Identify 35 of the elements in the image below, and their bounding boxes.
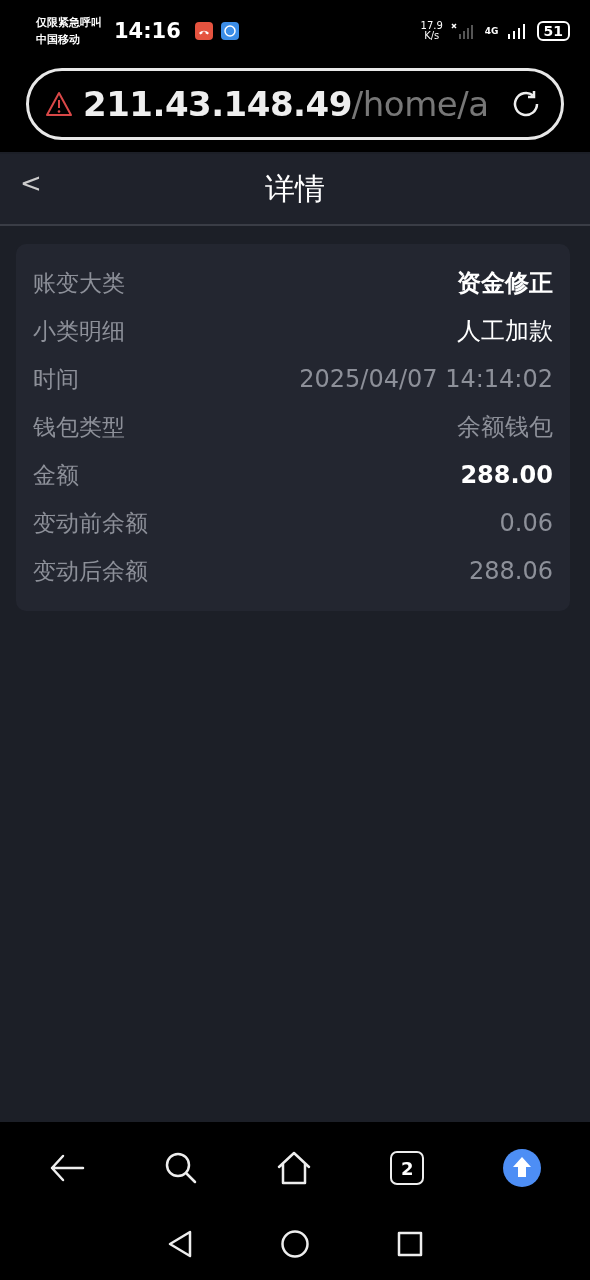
app-notification-icon [220,22,239,40]
detail-label: 变动后余额 [33,556,148,586]
detail-value: 余额钱包 [457,412,553,443]
carrier-text: 仅限紧急呼叫 [36,15,102,31]
address-field[interactable]: 211.43.148.49/home/a [26,68,564,140]
carrier-text: 中国移动 [36,32,81,48]
home-icon[interactable] [275,1150,312,1186]
back-triangle-icon[interactable] [166,1229,194,1259]
detail-value: 2025/04/07 14:14:02 [299,365,553,393]
speed-value: 17.9 [420,21,443,31]
detail-label: 小类明细 [33,316,125,346]
detail-label: 账变大类 [33,268,125,298]
upload-icon[interactable] [502,1149,541,1187]
back-button[interactable]: < [16,168,46,198]
clock-time: 14:16 [114,19,181,43]
back-arrow-icon[interactable] [49,1153,86,1183]
recents-square-icon[interactable] [396,1230,424,1258]
warning-icon [45,91,73,117]
detail-value: 288.00 [460,461,553,489]
page-title: 详情 [265,169,325,208]
detail-value: 0.06 [499,509,553,537]
home-circle-icon[interactable] [280,1229,310,1259]
detail-label: 变动前余额 [33,508,148,538]
detail-label: 金额 [33,460,79,490]
search-icon[interactable] [163,1151,198,1185]
battery-level: 51 [536,21,570,41]
missed-call-icon [194,22,213,40]
detail-label: 时间 [33,364,79,394]
detail-value: 人工加款 [457,316,553,347]
detail-value: 288.06 [469,557,553,585]
network-type: 4G [484,26,499,36]
speed-unit: K/s [424,31,440,41]
tabs-button[interactable]: 2 [390,1151,425,1185]
detail-value: 资金修正 [457,268,553,299]
detail-label: 钱包类型 [33,412,125,442]
